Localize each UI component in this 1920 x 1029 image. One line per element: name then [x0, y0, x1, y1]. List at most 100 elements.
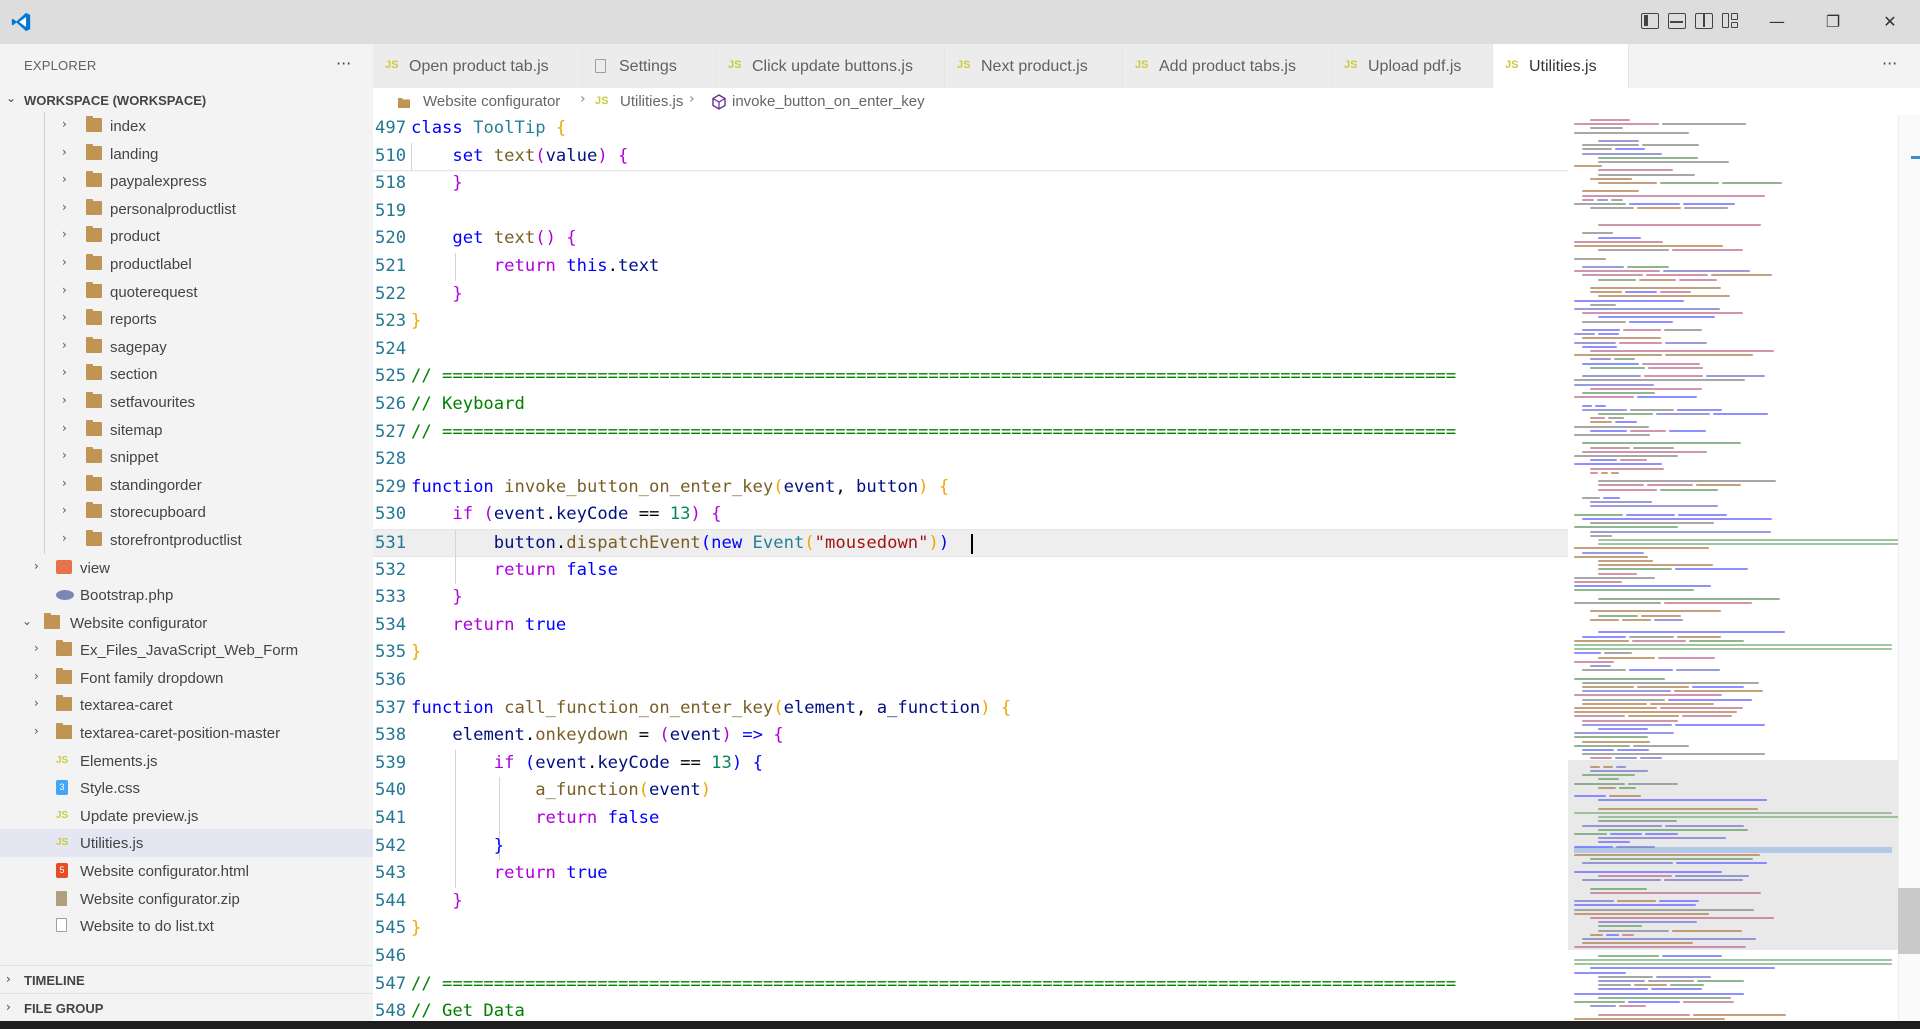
editor-tab[interactable]: JS Utilities.js	[1493, 44, 1629, 88]
code-line[interactable]: 510 set text(value) {	[373, 142, 1568, 171]
editor-tab[interactable]: JS Next product.js	[945, 44, 1123, 88]
code-line[interactable]: 532 return false	[373, 556, 1568, 585]
tree-item[interactable]: › snippet	[0, 443, 373, 471]
tree-item[interactable]: JS Elements.js	[0, 747, 373, 775]
code-line[interactable]: 519	[373, 198, 1568, 226]
code-line[interactable]: 525// ==================================…	[373, 363, 1568, 391]
code-line[interactable]: 522 }	[373, 281, 1568, 309]
minimap-code-line	[1598, 236, 1642, 239]
code-line[interactable]: 535}	[373, 639, 1568, 667]
code-line[interactable]: 533 }	[373, 584, 1568, 612]
code-line[interactable]: 526// Keyboard	[373, 391, 1568, 419]
code-line[interactable]: 523}	[373, 308, 1568, 336]
minimap-code-line	[1574, 341, 1617, 344]
tree-item[interactable]: JS Update preview.js	[0, 802, 373, 830]
tree-item[interactable]: › productlabel	[0, 249, 373, 278]
tree-item[interactable]: › standingorder	[0, 470, 373, 499]
code-line[interactable]: 528	[373, 446, 1568, 474]
js-file-icon: JS	[728, 59, 742, 71]
breadcrumb-file[interactable]: Utilities.js	[620, 93, 683, 110]
tree-item[interactable]: › index	[0, 112, 373, 140]
tree-item[interactable]: › quoterequest	[0, 277, 373, 306]
code-line[interactable]: 538 element.onkeydown = (event) => {	[373, 722, 1568, 750]
tree-item[interactable]: Bootstrap.php	[0, 581, 373, 609]
code-line[interactable]: 539 if (event.keyCode == 13) {	[373, 749, 1568, 778]
tree-item[interactable]: › personalproductlist	[0, 194, 373, 223]
code-line[interactable]: 529 function invoke_button_on_enter_key(e…	[373, 474, 1568, 502]
tree-item[interactable]: › Ex_Files_JavaScript_Web_Form	[0, 636, 373, 664]
minimap[interactable]	[1568, 115, 1898, 1029]
tree-item[interactable]: › textarea-caret-position-master	[0, 719, 373, 747]
code-line[interactable]: 531 button.dispatchEvent(new Event("mous…	[373, 529, 1568, 558]
tree-item[interactable]: Website configurator.zip	[0, 885, 373, 913]
code-line[interactable]: 545}	[373, 915, 1568, 943]
minimap-code-line	[1629, 429, 1667, 432]
minimap-code-line	[1574, 434, 1650, 436]
code-line[interactable]: 543 return true	[373, 860, 1568, 888]
code-line[interactable]: 520 get text() {	[373, 225, 1568, 253]
code-line[interactable]: 518 }	[373, 170, 1568, 198]
toggle-secondary-sidebar-icon[interactable]	[1695, 13, 1713, 29]
tree-item[interactable]: › paypalexpress	[0, 167, 373, 195]
tree-item[interactable]: › sitemap	[0, 415, 373, 444]
tree-item[interactable]: › landing	[0, 139, 373, 168]
chevron-right-icon: ›	[580, 91, 586, 107]
tree-item[interactable]: › sagepay	[0, 332, 373, 361]
breadcrumb-folder[interactable]: Website configurator	[423, 93, 560, 110]
code-editor[interactable]: 497 class ToolTip {510 set text(value) {5…	[373, 115, 1568, 1029]
tree-item[interactable]: › section	[0, 360, 373, 388]
toggle-primary-sidebar-icon[interactable]	[1641, 13, 1659, 29]
workspace-section-header[interactable]: ⌄ WORKSPACE (WORKSPACE)	[0, 88, 373, 112]
tree-item[interactable]: › reports	[0, 305, 373, 333]
editor-tab[interactable]: JS Open product tab.js	[373, 44, 583, 88]
timeline-section-header[interactable]: › TIMELINE	[0, 965, 373, 993]
close-button[interactable]: ✕	[1878, 10, 1902, 34]
minimap-code-line	[1629, 320, 1674, 323]
code-line[interactable]: 524	[373, 336, 1568, 364]
code-line[interactable]: 536	[373, 667, 1568, 695]
tree-item[interactable]: › storefrontproductlist	[0, 525, 373, 554]
breadcrumb-symbol[interactable]: invoke_button_on_enter_key	[732, 93, 925, 110]
tree-item[interactable]: › view	[0, 554, 373, 582]
code-line[interactable]: 527// ==================================…	[373, 419, 1568, 447]
tree-item[interactable]: JS Utilities.js	[0, 829, 373, 858]
tree-item[interactable]: 5 Website configurator.html	[0, 857, 373, 885]
code-line[interactable]: 534 return true	[373, 612, 1568, 640]
tree-item[interactable]: › textarea-caret	[0, 691, 373, 719]
code-line[interactable]: 530 if (event.keyCode == 13) {	[373, 501, 1568, 529]
explorer-more-actions-icon[interactable]: ···	[336, 54, 351, 73]
editor-tab-label: Next product.js	[981, 58, 1088, 75]
code-line[interactable]: 544 }	[373, 888, 1568, 916]
toggle-panel-icon[interactable]	[1668, 13, 1686, 29]
code-line[interactable]: 547// ==================================…	[373, 971, 1568, 999]
editor-more-actions-icon[interactable]: ···	[1882, 54, 1897, 73]
tree-item-label: index	[110, 118, 146, 135]
tree-item[interactable]: 3 Style.css	[0, 774, 373, 802]
minimap-code-line	[1683, 203, 1735, 205]
editor-tab[interactable]: Settings	[583, 44, 716, 88]
minimap-code-line	[1598, 413, 1653, 415]
editor-tab[interactable]: JS Click update buttons.js	[716, 44, 945, 88]
scrollbar-thumb[interactable]	[1898, 888, 1920, 954]
file-group-section-header[interactable]: › FILE GROUP	[0, 993, 373, 1021]
tree-item[interactable]: › storecupboard	[0, 498, 373, 526]
minimize-button[interactable]: —	[1765, 10, 1789, 34]
code-text: }	[411, 311, 422, 332]
code-line[interactable]: 542 }	[373, 832, 1568, 861]
editor-tab[interactable]: JS Add product tabs.js	[1123, 44, 1332, 88]
editor-tab[interactable]: JS Upload pdf.js	[1332, 44, 1493, 88]
customize-layout-icon[interactable]	[1722, 13, 1738, 29]
tree-item[interactable]: ⌄ Website configurator	[0, 609, 373, 637]
code-line[interactable]: 546	[373, 943, 1568, 971]
maximize-button[interactable]: ❐	[1821, 10, 1845, 34]
code-line[interactable]: 537 function call_function_on_enter_key(e…	[373, 695, 1568, 723]
code-line[interactable]: 497 class ToolTip {	[373, 115, 1568, 143]
tree-item-label: reports	[110, 311, 157, 329]
code-line[interactable]: 541 return false	[373, 805, 1568, 833]
tree-item[interactable]: Website to do list.txt	[0, 912, 373, 940]
code-line[interactable]: 540 a_function(event)	[373, 777, 1568, 805]
tree-item[interactable]: › product	[0, 222, 373, 250]
tree-item[interactable]: › Font family dropdown	[0, 664, 373, 692]
code-line[interactable]: 521 return this.text	[373, 253, 1568, 281]
tree-item[interactable]: › setfavourites	[0, 387, 373, 416]
